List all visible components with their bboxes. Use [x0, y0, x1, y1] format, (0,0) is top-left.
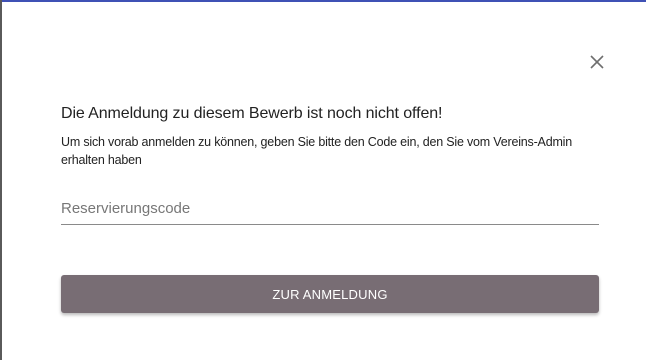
- close-button[interactable]: [586, 51, 608, 73]
- reservation-code-input[interactable]: [61, 194, 599, 222]
- reservation-code-field[interactable]: [61, 194, 599, 225]
- dialog-heading: Die Anmeldung zu diesem Bewerb ist noch …: [61, 105, 443, 122]
- close-icon[interactable]: [589, 54, 605, 70]
- dialog-subtext: Um sich vorab anmelden zu können, geben …: [61, 135, 572, 167]
- to-registration-button[interactable]: ZUR ANMELDUNG: [61, 275, 599, 313]
- reservation-code-dialog: Die Anmeldung zu diesem Bewerb ist noch …: [2, 2, 646, 360]
- page: Die Anmeldung zu diesem Bewerb ist noch …: [0, 0, 646, 360]
